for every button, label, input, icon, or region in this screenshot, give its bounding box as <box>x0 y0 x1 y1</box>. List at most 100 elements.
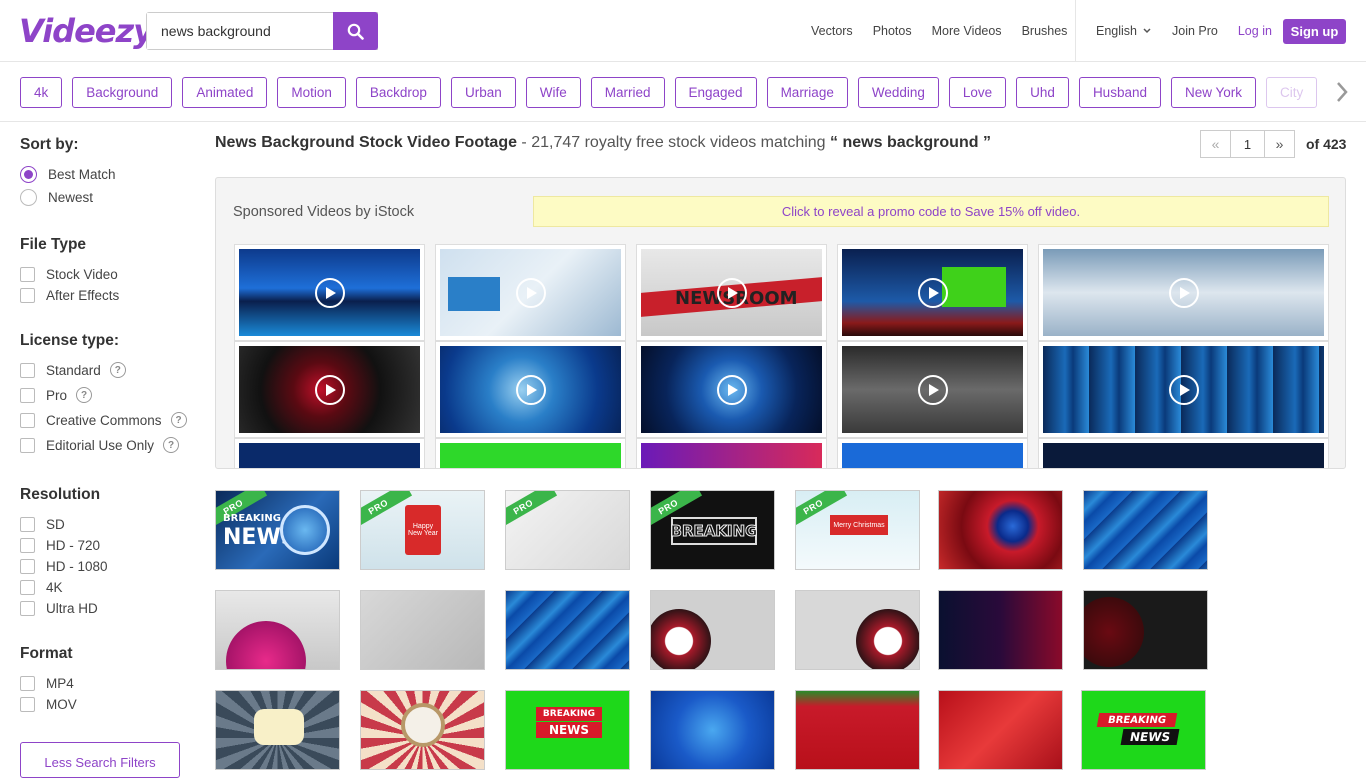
search-input[interactable] <box>147 13 333 49</box>
checkbox[interactable] <box>20 362 35 378</box>
sponsored-video-thumb[interactable] <box>234 438 425 468</box>
join-pro-link[interactable]: Join Pro <box>1172 24 1218 38</box>
video-thumb[interactable]: PRO BREAKING <box>650 490 775 570</box>
help-icon[interactable]: ? <box>163 437 180 453</box>
filter-creative-commons[interactable]: Creative Commons? <box>20 411 187 429</box>
checkbox[interactable] <box>20 266 35 282</box>
filter-4k[interactable]: 4K <box>20 578 63 596</box>
checkbox[interactable] <box>20 437 35 453</box>
checkbox[interactable] <box>20 287 35 303</box>
page-number-input[interactable]: 1 <box>1231 130 1264 158</box>
checkbox[interactable] <box>20 600 35 616</box>
filter-mp4[interactable]: MP4 <box>20 674 74 692</box>
sponsored-video-thumb[interactable] <box>636 438 827 468</box>
radio[interactable] <box>20 188 37 206</box>
tag-chip[interactable]: Uhd <box>1016 77 1069 108</box>
less-search-filters-button[interactable]: Less Search Filters <box>20 742 180 778</box>
tag-chip[interactable]: 4k <box>20 77 63 108</box>
filter-stock-video[interactable]: Stock Video <box>20 265 118 283</box>
sponsored-video-thumb[interactable]: NEWSROOM <box>636 244 827 341</box>
promo-code-banner[interactable]: Click to reveal a promo code to Save 15%… <box>533 196 1329 227</box>
filter-hd-1080[interactable]: HD - 1080 <box>20 557 108 575</box>
video-thumb[interactable] <box>360 590 485 670</box>
video-thumb[interactable]: PRO Merry Christmas <box>795 490 920 570</box>
tag-chip[interactable]: Husband <box>1078 77 1161 108</box>
signup-button[interactable]: Sign up <box>1283 19 1346 44</box>
sponsored-video-thumb[interactable] <box>1038 244 1329 341</box>
tag-chip[interactable]: City <box>1266 77 1318 108</box>
tag-chip[interactable]: Backdrop <box>355 77 441 108</box>
filter-pro[interactable]: Pro? <box>20 386 93 404</box>
video-thumb[interactable]: PRO Happy New Year <box>360 490 485 570</box>
video-thumb[interactable] <box>215 590 340 670</box>
video-thumb[interactable] <box>938 690 1063 770</box>
video-thumb[interactable]: BREAKING NEWS <box>505 690 630 770</box>
checkbox[interactable] <box>20 516 35 532</box>
checkbox[interactable] <box>20 558 35 574</box>
tag-chip[interactable]: Animated <box>182 77 268 108</box>
video-thumb[interactable] <box>795 590 920 670</box>
video-thumb[interactable] <box>938 590 1063 670</box>
search-button[interactable] <box>333 12 378 50</box>
videezy-logo[interactable]: Videezy <box>19 12 154 50</box>
next-page-button[interactable]: » <box>1264 130 1295 158</box>
sponsored-video-thumb[interactable] <box>837 341 1028 438</box>
nav-vectors[interactable]: Vectors <box>811 24 853 38</box>
help-icon[interactable]: ? <box>170 412 187 428</box>
tag-chip[interactable]: Married <box>590 77 665 108</box>
tag-chip[interactable]: Background <box>72 77 173 108</box>
login-link[interactable]: Log in <box>1238 24 1272 38</box>
help-icon[interactable]: ? <box>109 362 126 378</box>
language-select[interactable]: English <box>1096 24 1152 38</box>
video-thumb[interactable] <box>1083 590 1208 670</box>
tag-chip[interactable]: Engaged <box>674 77 757 108</box>
nav-brushes[interactable]: Brushes <box>1022 24 1068 38</box>
filter-mov[interactable]: MOV <box>20 695 77 713</box>
tag-chip[interactable]: Wedding <box>857 77 939 108</box>
video-thumb[interactable] <box>650 590 775 670</box>
filter-standard[interactable]: Standard? <box>20 361 126 379</box>
radio-selected[interactable] <box>20 165 37 183</box>
filter-after-effects[interactable]: After Effects <box>20 286 119 304</box>
tag-chip[interactable]: Wife <box>525 77 581 108</box>
nav-photos[interactable]: Photos <box>873 24 912 38</box>
video-thumb[interactable] <box>215 690 340 770</box>
filter-ultra-hd[interactable]: Ultra HD <box>20 599 98 617</box>
video-thumb[interactable] <box>505 590 630 670</box>
checkbox[interactable] <box>20 412 35 428</box>
sponsored-video-thumb[interactable] <box>234 244 425 341</box>
tag-chip[interactable]: Motion <box>277 77 346 108</box>
sort-best-match[interactable]: Best Match <box>20 165 116 183</box>
video-thumb[interactable] <box>360 690 485 770</box>
video-thumb[interactable] <box>650 690 775 770</box>
sponsored-video-thumb[interactable] <box>435 244 626 341</box>
filter-hd-720[interactable]: HD - 720 <box>20 536 100 554</box>
tag-chip[interactable]: Love <box>948 77 1007 108</box>
sponsored-video-thumb[interactable] <box>435 438 626 468</box>
sponsored-video-thumb[interactable] <box>435 341 626 438</box>
sponsored-video-thumb[interactable] <box>234 341 425 438</box>
tag-chip[interactable]: Marriage <box>766 77 848 108</box>
tags-next-button[interactable] <box>1318 62 1366 121</box>
checkbox[interactable] <box>20 579 35 595</box>
checkbox[interactable] <box>20 537 35 553</box>
filter-sd[interactable]: SD <box>20 515 65 533</box>
sponsored-video-thumb[interactable] <box>636 341 827 438</box>
nav-more-videos[interactable]: More Videos <box>932 24 1002 38</box>
video-thumb[interactable] <box>795 690 920 770</box>
video-thumb[interactable] <box>938 490 1063 570</box>
prev-page-button[interactable]: « <box>1200 130 1231 158</box>
tag-chip[interactable]: New York <box>1170 77 1257 108</box>
sponsored-video-thumb[interactable] <box>837 438 1028 468</box>
checkbox[interactable] <box>20 387 35 403</box>
filter-editorial[interactable]: Editorial Use Only? <box>20 436 180 454</box>
checkbox[interactable] <box>20 675 35 691</box>
sponsored-video-thumb[interactable] <box>837 244 1028 341</box>
sort-newest[interactable]: Newest <box>20 188 93 206</box>
tag-chip[interactable]: Urban <box>450 77 516 108</box>
checkbox[interactable] <box>20 696 35 712</box>
video-thumb[interactable]: PRO <box>505 490 630 570</box>
sponsored-video-thumb[interactable] <box>1038 438 1329 468</box>
sponsored-video-thumb[interactable] <box>1038 341 1329 438</box>
video-thumb[interactable]: BREAKING NEWS <box>1081 690 1206 770</box>
